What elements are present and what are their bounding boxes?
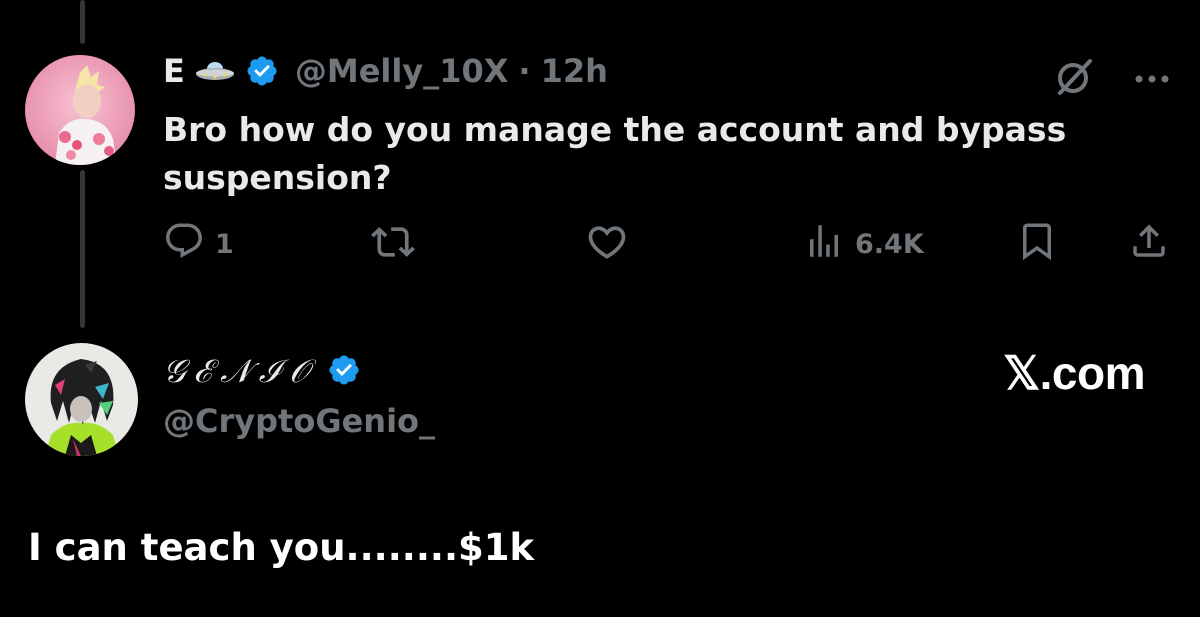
x-com-watermark: 𝕏.com	[1003, 347, 1145, 399]
reply-icon	[163, 220, 205, 269]
reply-text: I can teach you........$1k	[28, 526, 535, 569]
thread-line-top	[80, 0, 85, 44]
like-icon	[585, 220, 629, 271]
handle[interactable]: @CryptoGenio_	[163, 402, 435, 440]
like-button[interactable]	[585, 220, 629, 271]
timestamp[interactable]: 12h	[541, 52, 608, 90]
handle[interactable]: @Melly_10X	[295, 52, 509, 90]
more-icon[interactable]	[1134, 70, 1170, 89]
screenshot-page: E @Melly_10X · 12h Bro how do you manage…	[0, 0, 1200, 617]
action-bar: 1 6.4K	[163, 220, 1170, 270]
reply-header: 𝒢ℰ𝒩ℐ𝒪	[163, 352, 361, 391]
reply-button[interactable]: 1	[163, 220, 234, 269]
bookmark-button[interactable]	[1016, 220, 1058, 269]
tweet-header: E @Melly_10X · 12h	[163, 52, 608, 90]
separator-dot: ·	[518, 52, 531, 90]
avatar-melly[interactable]	[25, 55, 135, 165]
display-name[interactable]: E	[163, 52, 185, 90]
share-icon	[1128, 220, 1170, 269]
views-button[interactable]: 6.4K	[803, 220, 924, 269]
avatar-cryptogenio[interactable]	[25, 343, 138, 456]
display-name[interactable]: 𝒢ℰ𝒩ℐ𝒪	[163, 352, 317, 391]
views-count: 6.4K	[855, 229, 924, 260]
tweet-top-actions	[1052, 55, 1170, 103]
reply-count: 1	[215, 229, 234, 260]
views-icon	[803, 220, 845, 269]
verified-badge-icon	[327, 353, 361, 391]
verified-badge-icon	[245, 54, 279, 88]
thread-line-connector	[80, 170, 85, 328]
tweet-text: Bro how do you manage the account and by…	[163, 110, 1067, 197]
share-button[interactable]	[1128, 220, 1170, 269]
slashed-circle-icon[interactable]	[1052, 55, 1096, 103]
bookmark-icon	[1016, 220, 1058, 269]
ufo-icon	[195, 58, 235, 84]
retweet-button[interactable]	[371, 220, 415, 271]
retweet-icon	[371, 220, 415, 271]
